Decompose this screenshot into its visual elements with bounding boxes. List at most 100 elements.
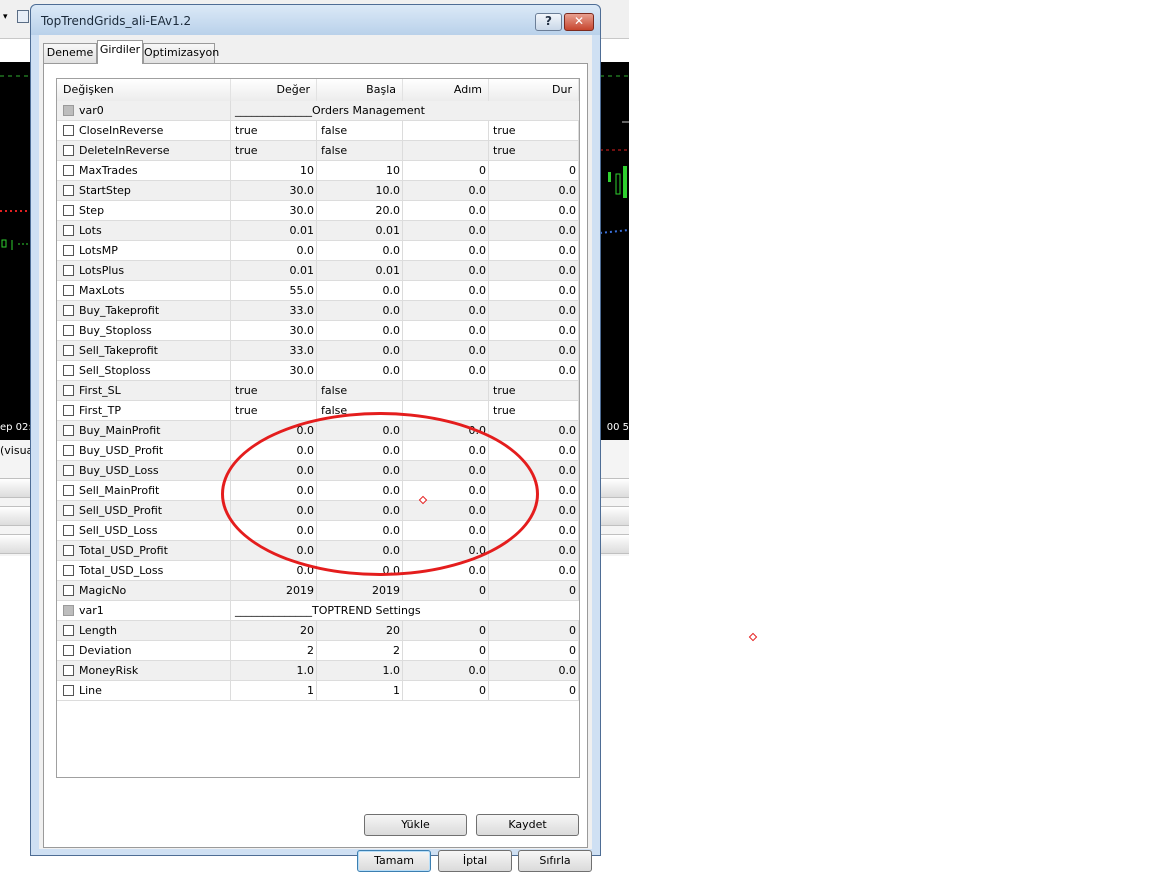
start-cell[interactable]: false (317, 121, 403, 140)
variable-name-cell[interactable]: Buy_Takeprofit (57, 301, 231, 320)
stop-cell[interactable]: 0.0 (489, 281, 579, 300)
start-cell[interactable]: 0.0 (317, 281, 403, 300)
start-cell[interactable]: false (317, 381, 403, 400)
value-cell[interactable]: 33.0 (231, 301, 317, 320)
step-cell[interactable] (403, 141, 489, 160)
start-cell[interactable]: 0.0 (317, 521, 403, 540)
start-cell[interactable]: 2 (317, 641, 403, 660)
optimize-checkbox[interactable] (63, 625, 74, 636)
value-cell[interactable]: 20 (231, 621, 317, 640)
column-header-start[interactable]: Başla (317, 79, 403, 101)
step-cell[interactable]: 0.0 (403, 501, 489, 520)
stop-cell[interactable]: 0.0 (489, 461, 579, 480)
table-row[interactable]: Buy_USD_Loss 0.0 0.0 0.0 0.0 (57, 461, 579, 481)
variable-name-cell[interactable]: Buy_USD_Profit (57, 441, 231, 460)
optimize-checkbox[interactable] (63, 325, 74, 336)
step-cell[interactable]: 0 (403, 621, 489, 640)
optimize-checkbox[interactable] (63, 345, 74, 356)
step-cell[interactable]: 0.0 (403, 441, 489, 460)
close-button[interactable]: ✕ (564, 13, 594, 31)
variable-name-cell[interactable]: MagicNo (57, 581, 231, 600)
optimize-checkbox[interactable] (63, 165, 74, 176)
optimize-checkbox[interactable] (63, 645, 74, 656)
stop-cell[interactable]: 0.0 (489, 521, 579, 540)
optimize-checkbox[interactable] (63, 145, 74, 156)
step-cell[interactable] (403, 401, 489, 420)
variable-name-cell[interactable]: Buy_USD_Loss (57, 461, 231, 480)
value-cell[interactable]: 0.0 (231, 461, 317, 480)
step-cell[interactable]: 0.0 (403, 341, 489, 360)
stop-cell[interactable]: 0.0 (489, 241, 579, 260)
value-cell[interactable]: 0.0 (231, 241, 317, 260)
optimize-checkbox[interactable] (63, 185, 74, 196)
stop-cell[interactable]: 0.0 (489, 221, 579, 240)
variable-name-cell[interactable]: LotsPlus (57, 261, 231, 280)
stop-cell[interactable]: 0.0 (489, 201, 579, 220)
column-header-value[interactable]: Değer (231, 79, 317, 101)
stop-cell[interactable]: true (489, 381, 579, 400)
tab-inputs[interactable]: Girdiler (97, 40, 143, 64)
value-cell[interactable]: 30.0 (231, 361, 317, 380)
variable-name-cell[interactable]: MaxTrades (57, 161, 231, 180)
optimize-checkbox[interactable] (63, 445, 74, 456)
table-row[interactable]: Deviation 2 2 0 0 (57, 641, 579, 661)
step-cell[interactable]: 0.0 (403, 261, 489, 280)
variable-name-cell[interactable]: Sell_Stoploss (57, 361, 231, 380)
start-cell[interactable]: 0.0 (317, 541, 403, 560)
stop-cell[interactable]: 0.0 (489, 501, 579, 520)
cancel-button[interactable]: İptal (438, 850, 512, 872)
value-cell[interactable]: 0.0 (231, 541, 317, 560)
table-row[interactable]: StartStep 30.0 10.0 0.0 0.0 (57, 181, 579, 201)
value-cell[interactable]: 30.0 (231, 181, 317, 200)
optimize-checkbox[interactable] (63, 245, 74, 256)
value-cell[interactable]: true (231, 401, 317, 420)
start-cell[interactable]: 1 (317, 681, 403, 700)
table-row[interactable]: var0 ______________Orders Management (57, 101, 579, 121)
table-row[interactable]: MoneyRisk 1.0 1.0 0.0 0.0 (57, 661, 579, 681)
start-cell[interactable]: 0.0 (317, 421, 403, 440)
table-row[interactable]: Sell_Takeprofit 33.0 0.0 0.0 0.0 (57, 341, 579, 361)
table-row[interactable]: MaxLots 55.0 0.0 0.0 0.0 (57, 281, 579, 301)
help-button[interactable]: ? (535, 13, 562, 31)
step-cell[interactable]: 0 (403, 161, 489, 180)
start-cell[interactable]: 10 (317, 161, 403, 180)
start-cell[interactable]: 0.0 (317, 341, 403, 360)
table-row[interactable]: Buy_USD_Profit 0.0 0.0 0.0 0.0 (57, 441, 579, 461)
step-cell[interactable]: 0.0 (403, 661, 489, 680)
stop-cell[interactable]: 0 (489, 161, 579, 180)
optimize-checkbox[interactable] (63, 565, 74, 576)
value-cell[interactable]: true (231, 141, 317, 160)
column-header-stop[interactable]: Dur (489, 79, 579, 101)
step-cell[interactable] (403, 381, 489, 400)
optimize-checkbox[interactable] (63, 505, 74, 516)
table-row[interactable]: Line 1 1 0 0 (57, 681, 579, 701)
table-row[interactable]: Lots 0.01 0.01 0.0 0.0 (57, 221, 579, 241)
start-cell[interactable]: 0.0 (317, 321, 403, 340)
value-cell[interactable]: 0.0 (231, 441, 317, 460)
column-header-step[interactable]: Adım (403, 79, 489, 101)
step-cell[interactable]: 0.0 (403, 181, 489, 200)
variable-name-cell[interactable]: Sell_USD_Loss (57, 521, 231, 540)
save-button[interactable]: Kaydet (476, 814, 579, 836)
optimize-checkbox[interactable] (63, 225, 74, 236)
table-row[interactable]: Buy_Stoploss 30.0 0.0 0.0 0.0 (57, 321, 579, 341)
stop-cell[interactable]: 0.0 (489, 341, 579, 360)
load-button[interactable]: Yükle (364, 814, 467, 836)
table-row[interactable]: LotsPlus 0.01 0.01 0.0 0.0 (57, 261, 579, 281)
table-row[interactable]: First_SL true false true (57, 381, 579, 401)
optimize-checkbox[interactable] (63, 525, 74, 536)
stop-cell[interactable]: 0.0 (489, 261, 579, 280)
value-cell[interactable]: 0.0 (231, 521, 317, 540)
variable-name-cell[interactable]: Total_USD_Loss (57, 561, 231, 580)
step-cell[interactable]: 0.0 (403, 361, 489, 380)
stop-cell[interactable]: 0.0 (489, 541, 579, 560)
stop-cell[interactable]: 0.0 (489, 321, 579, 340)
stop-cell[interactable]: 0.0 (489, 561, 579, 580)
table-row[interactable]: Buy_MainProfit 0.0 0.0 0.0 0.0 (57, 421, 579, 441)
value-cell[interactable]: 0.0 (231, 421, 317, 440)
step-cell[interactable] (403, 121, 489, 140)
step-cell[interactable]: 0.0 (403, 241, 489, 260)
value-cell[interactable]: 0.0 (231, 561, 317, 580)
optimize-checkbox[interactable] (63, 485, 74, 496)
value-cell[interactable]: 1.0 (231, 661, 317, 680)
